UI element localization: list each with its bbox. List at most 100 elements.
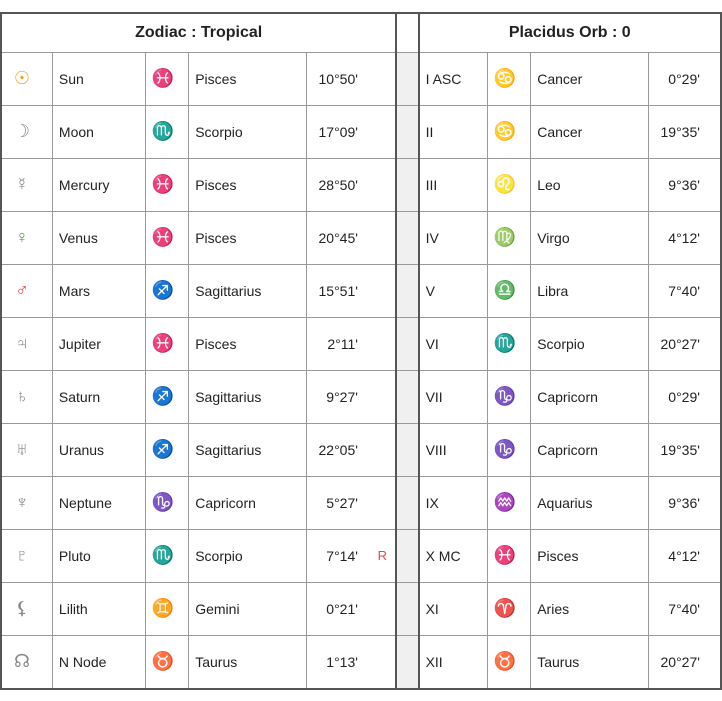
planet-symbol: ☉ — [8, 68, 36, 89]
sign-name-cell: Sagittarius — [189, 423, 307, 476]
right-sign-name-cell: Aquarius — [531, 476, 649, 529]
astrology-table: Zodiac : Tropical Placidus Orb : 0 ☉Sun♓… — [0, 12, 722, 690]
sign-name-cell: Gemini — [189, 582, 307, 635]
sign-name-cell: Capricorn — [189, 476, 307, 529]
table-row: ♂Mars♐Sagittarius15°51'V♎Libra7°40' — [1, 264, 721, 317]
sign-symbol: ♐ — [152, 280, 174, 301]
sign-name-cell: Scorpio — [189, 105, 307, 158]
table-row: ♆Neptune♑Capricorn5°27'IX♒Aquarius9°36' — [1, 476, 721, 529]
right-sign-name: Scorpio — [537, 336, 619, 352]
right-sign-name: Virgo — [537, 230, 619, 246]
right-sign-name-cell: Capricorn — [531, 370, 649, 423]
right-sign-symbol-cell: ♑ — [487, 370, 530, 423]
sign-name: Gemini — [195, 601, 277, 617]
planet-name: Uranus — [59, 442, 121, 458]
degree-cell: 15°51' — [306, 264, 396, 317]
house-cell: XI — [419, 582, 488, 635]
right-degree-cell: 20°27' — [648, 635, 721, 689]
divider-cell — [396, 158, 418, 211]
planet-symbol-cell: ♅ — [1, 423, 52, 476]
right-sign-symbol-cell: ♎ — [487, 264, 530, 317]
house-cell: V — [419, 264, 488, 317]
right-degree: 19°35' — [655, 124, 700, 140]
planet-symbol: ♄ — [8, 386, 36, 407]
right-sign-symbol-cell: ♋ — [487, 52, 530, 105]
degree-cell: 5°27' — [306, 476, 396, 529]
house-cell: IV — [419, 211, 488, 264]
sign-symbol-cell: ♏ — [145, 529, 188, 582]
sign-symbol-cell: ♓ — [145, 317, 188, 370]
planet-symbol-cell: ⚸ — [1, 582, 52, 635]
right-sign-symbol: ♎ — [494, 280, 516, 301]
planet-symbol: ♀ — [8, 227, 36, 248]
degree: 0°21' — [313, 601, 358, 617]
sign-name: Sagittarius — [195, 442, 277, 458]
divider-cell — [396, 264, 418, 317]
house-number: II — [426, 124, 468, 140]
planet-name: Pluto — [59, 548, 121, 564]
right-sign-symbol: ♑ — [494, 439, 516, 460]
table-row: ☉Sun♓Pisces10°50'I ASC♋Cancer0°29' — [1, 52, 721, 105]
planet-name: Lilith — [59, 601, 121, 617]
right-sign-name-cell: Scorpio — [531, 317, 649, 370]
right-sign-symbol-cell: ♉ — [487, 635, 530, 689]
right-sign-name: Pisces — [537, 548, 619, 564]
planet-symbol-cell: ☊ — [1, 635, 52, 689]
sign-name-cell: Taurus — [189, 635, 307, 689]
planet-symbol-cell: ♀ — [1, 211, 52, 264]
sign-symbol: ♉ — [152, 651, 174, 672]
planet-symbol: ♂ — [8, 280, 36, 301]
sign-symbol: ♏ — [152, 121, 174, 142]
sign-symbol: ♓ — [152, 174, 174, 195]
right-sign-symbol: ♌ — [494, 174, 516, 195]
right-degree: 9°36' — [655, 495, 700, 511]
degree-cell: 22°05' — [306, 423, 396, 476]
house-number: XII — [426, 654, 468, 670]
degree-cell: 10°50' — [306, 52, 396, 105]
sign-symbol: ♐ — [152, 439, 174, 460]
divider-cell — [396, 317, 418, 370]
sign-symbol-cell: ♏ — [145, 105, 188, 158]
planet-name-cell: Saturn — [52, 370, 145, 423]
planet-symbol-cell: ♆ — [1, 476, 52, 529]
table-row: ⚸Lilith♊Gemini0°21'XI♈Aries7°40' — [1, 582, 721, 635]
right-degree: 7°40' — [655, 601, 700, 617]
degree: 1°13' — [313, 654, 358, 670]
right-sign-symbol-cell: ♓ — [487, 529, 530, 582]
sign-name-cell: Pisces — [189, 158, 307, 211]
sign-name-cell: Pisces — [189, 52, 307, 105]
sign-symbol: ♑ — [152, 492, 174, 513]
divider-cell — [396, 211, 418, 264]
degree-cell: 7°14'R — [306, 529, 396, 582]
planet-name-cell: Moon — [52, 105, 145, 158]
sign-symbol: ♐ — [152, 386, 174, 407]
sign-name: Scorpio — [195, 548, 277, 564]
right-sign-symbol: ♉ — [494, 651, 516, 672]
degree-cell: 1°13' — [306, 635, 396, 689]
degree: 10°50' — [313, 71, 358, 87]
right-sign-symbol: ♏ — [494, 333, 516, 354]
right-degree: 0°29' — [655, 71, 700, 87]
right-degree-cell: 20°27' — [648, 317, 721, 370]
planet-name-cell: Mercury — [52, 158, 145, 211]
degree-cell: 0°21' — [306, 582, 396, 635]
degree: 20°45' — [313, 230, 358, 246]
sign-symbol-cell: ♉ — [145, 635, 188, 689]
table-row: ♃Jupiter♓Pisces2°11'VI♏Scorpio20°27' — [1, 317, 721, 370]
degree: 5°27' — [313, 495, 358, 511]
right-header: Placidus Orb : 0 — [419, 13, 721, 53]
planet-name-cell: Uranus — [52, 423, 145, 476]
right-sign-symbol: ♓ — [494, 545, 516, 566]
house-cell: X MC — [419, 529, 488, 582]
degree: 2°11' — [313, 336, 358, 352]
planet-symbol-cell: ♄ — [1, 370, 52, 423]
degree: 22°05' — [313, 442, 358, 458]
table-row: ♀Venus♓Pisces20°45'IV♍Virgo4°12' — [1, 211, 721, 264]
planet-name-cell: Venus — [52, 211, 145, 264]
right-sign-name-cell: Cancer — [531, 105, 649, 158]
planet-symbol-cell: ☿ — [1, 158, 52, 211]
right-degree-cell: 0°29' — [648, 52, 721, 105]
table-row: ♅Uranus♐Sagittarius22°05'VIII♑Capricorn1… — [1, 423, 721, 476]
planet-symbol: ☊ — [8, 651, 36, 672]
house-number: VI — [426, 336, 468, 352]
